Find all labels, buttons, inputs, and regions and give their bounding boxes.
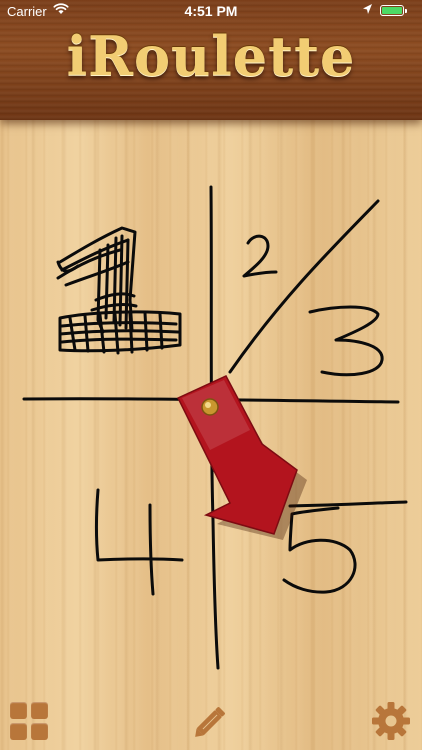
number-4-drawing [95, 488, 184, 596]
status-bar: Carrier 4:51 PM [0, 0, 422, 22]
app-header: Carrier 4:51 PM iRoulette [0, 0, 422, 120]
divider-lower-right [288, 500, 408, 508]
grid-button[interactable] [10, 702, 50, 742]
status-time: 4:51 PM [184, 3, 238, 19]
battery-icon [380, 5, 407, 16]
number-1-drawing [56, 226, 182, 355]
number-5-drawing [282, 506, 357, 594]
location-arrow-icon [363, 4, 372, 14]
number-2-drawing [242, 234, 278, 278]
app-title: iRoulette [66, 24, 356, 88]
gear-icon [372, 702, 410, 740]
settings-button[interactable] [370, 700, 412, 742]
divider-diagonal [228, 199, 380, 374]
number-3-drawing [308, 305, 384, 377]
pencil-button[interactable] [188, 700, 232, 744]
pencil-icon [195, 707, 225, 737]
